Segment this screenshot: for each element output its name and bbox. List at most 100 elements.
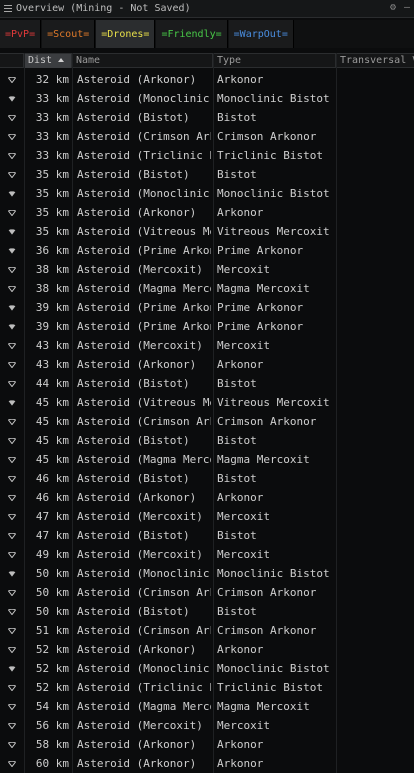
table-row[interactable]: 43 km Asteroid (Mercoxit) Mercoxit (0, 336, 414, 355)
asteroid-large-icon (0, 89, 24, 108)
table-row[interactable]: 35 km Asteroid (Bistot) Bistot (0, 165, 414, 184)
table-row[interactable]: 45 km Asteroid (Vitreous Merco Vitreous Me… (0, 393, 414, 412)
table-row[interactable]: 38 km Asteroid (Mercoxit) Mercoxit (0, 260, 414, 279)
table-row[interactable]: 51 km Asteroid (Crimson Arkon Crimson Arko… (0, 621, 414, 640)
tab-pvp[interactable]: =PvP= (0, 20, 42, 48)
row-name: Asteroid (Bistot) (77, 168, 190, 181)
row-type: Bistot (217, 472, 257, 485)
table-row[interactable]: 35 km Asteroid (Vitreous Merco Vitreous Me… (0, 222, 414, 241)
row-distance: 46 km (35, 472, 69, 485)
tab-drones[interactable]: =Drones= (96, 20, 156, 48)
table-row[interactable]: 49 km Asteroid (Mercoxit) Mercoxit (0, 545, 414, 564)
row-type: Crimson Arkonor (217, 415, 317, 428)
row-distance: 39 km (35, 301, 69, 314)
column-icon-header[interactable] (0, 54, 24, 68)
row-type: Monoclinic Bistot (217, 662, 330, 675)
row-distance: 52 km (35, 643, 69, 656)
row-type: Mercoxit (217, 548, 270, 561)
row-name: Asteroid (Crimson Arkon (77, 586, 211, 599)
row-distance: 47 km (35, 510, 69, 523)
table-row[interactable]: 47 km Asteroid (Bistot) Bistot (0, 526, 414, 545)
table-row[interactable]: 33 km Asteroid (Crimson Arkon Crimson Arko… (0, 127, 414, 146)
tab-scout[interactable]: =Scout= (42, 20, 96, 48)
table-row[interactable]: 52 km Asteroid (Arkonor) Arkonor (0, 640, 414, 659)
table-row[interactable]: 47 km Asteroid (Mercoxit) Mercoxit (0, 507, 414, 526)
table-row[interactable]: 60 km Asteroid (Arkonor) Arkonor (0, 754, 414, 773)
row-distance: 38 km (35, 282, 69, 295)
row-type: Bistot (217, 605, 257, 618)
table-row[interactable]: 44 km Asteroid (Bistot) Bistot (0, 374, 414, 393)
asteroid-large-icon (0, 298, 24, 317)
row-distance: 52 km (35, 662, 69, 675)
table-row[interactable]: 54 km Asteroid (Magma Mercoxi Magma Mercox… (0, 697, 414, 716)
column-distance-header[interactable]: Dist (24, 54, 72, 68)
table-row[interactable]: 50 km Asteroid (Monoclinic Bist Monoclinic… (0, 564, 414, 583)
row-name: Asteroid (Bistot) (77, 377, 190, 390)
row-type: Vitreous Mercoxit (217, 225, 330, 238)
table-row[interactable]: 50 km Asteroid (Crimson Arkon Crimson Arko… (0, 583, 414, 602)
row-name: Asteroid (Arkonor) (77, 358, 197, 371)
table-row[interactable]: 45 km Asteroid (Crimson Arkon Crimson Arko… (0, 412, 414, 431)
tab-label: =Friendly= (161, 28, 222, 40)
row-name: Asteroid (Magma Mercoxi (77, 282, 211, 295)
table-row[interactable]: 52 km Asteroid (Triclinic Bistot) Triclini… (0, 678, 414, 697)
row-type: Arkonor (217, 643, 264, 656)
table-row[interactable]: 58 km Asteroid (Arkonor) Arkonor (0, 735, 414, 754)
table-row[interactable]: 39 km Asteroid (Prime Arkonor) Prime Arkon… (0, 298, 414, 317)
table-row[interactable]: 56 km Asteroid (Mercoxit) Mercoxit (0, 716, 414, 735)
tab-warpout[interactable]: =WarpOut= (228, 20, 294, 48)
column-type-header[interactable]: Type (213, 54, 336, 68)
row-distance: 33 km (35, 149, 69, 162)
settings-icon[interactable]: ⚙ (390, 2, 396, 13)
asteroid-small-icon (0, 203, 24, 222)
row-type: Bistot (217, 168, 257, 181)
table-row[interactable]: 46 km Asteroid (Arkonor) Arkonor (0, 488, 414, 507)
row-distance: 50 km (35, 586, 69, 599)
column-transversal-header[interactable]: Transversal V (336, 54, 414, 68)
row-name: Asteroid (Mercoxit) (77, 719, 203, 732)
row-distance: 58 km (35, 738, 69, 751)
table-row[interactable]: 45 km Asteroid (Bistot) Bistot (0, 431, 414, 450)
asteroid-small-icon (0, 545, 24, 564)
row-name: Asteroid (Arkonor) (77, 73, 197, 86)
table-row[interactable]: 33 km Asteroid (Triclinic Bistot) Triclini… (0, 146, 414, 165)
table-row[interactable]: 35 km Asteroid (Monoclinic Bist Monoclinic… (0, 184, 414, 203)
row-type: Prime Arkonor (217, 244, 304, 257)
row-name: Asteroid (Vitreous Merco (77, 225, 211, 238)
hamburger-menu-icon[interactable] (0, 5, 16, 12)
table-row[interactable]: 52 km Asteroid (Monoclinic Bist Monoclinic… (0, 659, 414, 678)
table-row[interactable]: 33 km Asteroid (Bistot) Bistot (0, 108, 414, 127)
row-distance: 39 km (35, 320, 69, 333)
asteroid-small-icon (0, 526, 24, 545)
row-name: Asteroid (Bistot) (77, 111, 190, 124)
table-row[interactable]: 46 km Asteroid (Bistot) Bistot (0, 469, 414, 488)
table-row[interactable]: 32 km Asteroid (Arkonor) Arkonor (0, 70, 414, 89)
row-type: Triclinic Bistot (217, 681, 323, 694)
table-row[interactable]: 35 km Asteroid (Arkonor) Arkonor (0, 203, 414, 222)
table-row[interactable]: 45 km Asteroid (Magma Mercoxi Magma Mercox… (0, 450, 414, 469)
row-type: Monoclinic Bistot (217, 92, 330, 105)
row-distance: 35 km (35, 168, 69, 181)
minimize-icon[interactable]: – (404, 2, 410, 13)
row-name: Asteroid (Arkonor) (77, 738, 197, 751)
row-name: Asteroid (Mercoxit) (77, 510, 203, 523)
row-name: Asteroid (Crimson Arkon (77, 130, 211, 143)
row-distance: 38 km (35, 263, 69, 276)
row-name: Asteroid (Arkonor) (77, 491, 197, 504)
column-name-header[interactable]: Name (72, 54, 213, 68)
table-row[interactable]: 36 km Asteroid (Prime Arkonor) Prime Arkon… (0, 241, 414, 260)
sort-ascending-icon (58, 58, 65, 62)
row-distance: 32 km (35, 73, 69, 86)
table-row[interactable]: 38 km Asteroid (Magma Mercoxi Magma Mercox… (0, 279, 414, 298)
row-distance: 36 km (35, 244, 69, 257)
table-row[interactable]: 43 km Asteroid (Arkonor) Arkonor (0, 355, 414, 374)
table-row[interactable]: 50 km Asteroid (Bistot) Bistot (0, 602, 414, 621)
asteroid-small-icon (0, 735, 24, 754)
row-type: Vitreous Mercoxit (217, 396, 330, 409)
table-row[interactable]: 33 km Asteroid (Monoclinic Bist Monoclinic… (0, 89, 414, 108)
window-titlebar[interactable]: Overview (Mining - Not Saved) ⚙ – (0, 0, 414, 18)
row-name: Asteroid (Monoclinic Bist (77, 187, 211, 200)
tab-friendly[interactable]: =Friendly= (156, 20, 228, 48)
table-row[interactable]: 39 km Asteroid (Prime Arkonor) Prime Arkon… (0, 317, 414, 336)
row-type: Arkonor (217, 757, 264, 770)
